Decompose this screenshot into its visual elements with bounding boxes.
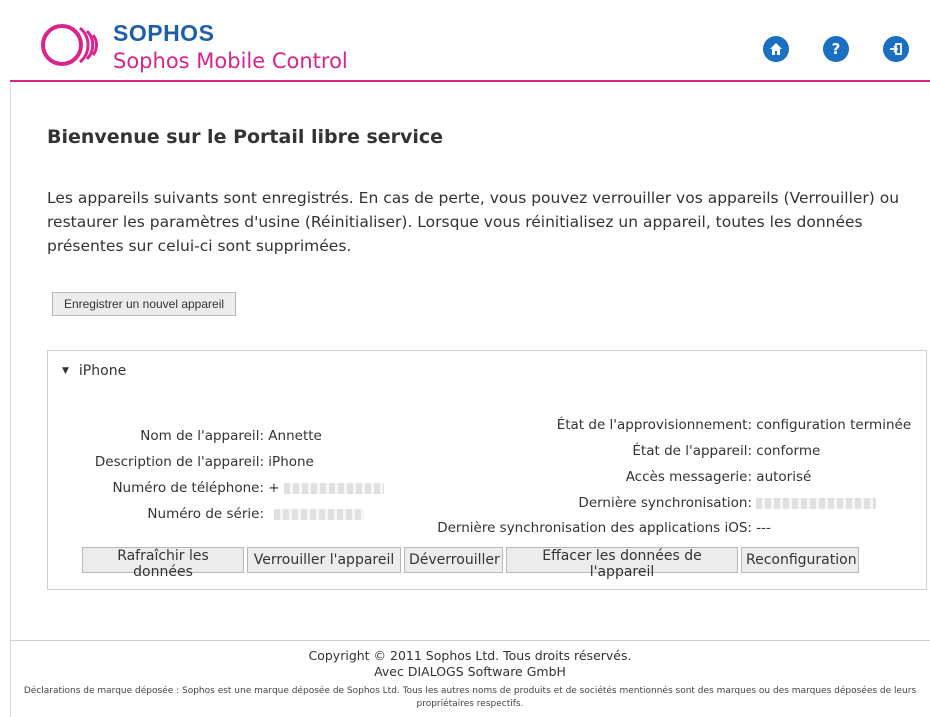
field-device-description: Description de l'appareil: iPhone [78, 454, 314, 470]
field-label: Dernière synchronisation des application… [437, 520, 752, 536]
field-provisioning-status: État de l'approvisionnement: configurati… [418, 417, 911, 433]
field-device-name: Nom de l'appareil: Annette [78, 428, 322, 444]
brand: SOPHOS Sophos Mobile Control [113, 20, 348, 74]
footer-divider [10, 640, 930, 641]
field-phone-number: Numéro de téléphone: + [78, 480, 384, 496]
collapse-triangle-icon: ▼ [62, 366, 69, 376]
field-last-ios-sync: Dernière synchronisation des application… [68, 520, 771, 536]
sophos-logo-icon [41, 24, 98, 66]
field-device-status: État de l'appareil: conforme [418, 443, 820, 459]
field-value: iPhone [268, 454, 314, 470]
field-label: Nom de l'appareil: [140, 428, 264, 444]
field-value: Annette [268, 428, 322, 444]
field-label: Numéro de téléphone: [112, 480, 264, 496]
redacted-phone [283, 482, 384, 494]
field-value: autorisé [756, 469, 812, 485]
brand-name: SOPHOS [113, 20, 215, 46]
intro-text: Les appareils suivants sont enregistrés.… [47, 189, 900, 255]
refresh-data-button[interactable]: Rafraîchir les données [82, 547, 244, 580]
help-icon[interactable]: ? [823, 36, 849, 62]
unlock-device-button[interactable]: Déverrouiller [404, 547, 503, 573]
home-icon[interactable] [763, 36, 789, 62]
trademark-text: Déclarations de marque déposée : Sophos … [23, 686, 917, 709]
field-label: Accès messagerie: [625, 469, 752, 485]
product-name: Sophos Mobile Control [113, 49, 348, 73]
field-label: Description de l'appareil: [94, 454, 264, 470]
field-value: configuration terminée [756, 417, 912, 433]
partner-text: Avec DIALOGS Software GmbH [374, 664, 566, 679]
wipe-device-button[interactable]: Effacer les données de l'appareil [506, 547, 738, 580]
field-value: + [268, 480, 280, 496]
register-device-button[interactable]: Enregistrer un nouvel appareil [52, 292, 236, 316]
copyright-text: Copyright © 2011 Sophos Ltd. Tous droits… [308, 648, 632, 663]
field-last-sync: Dernière synchronisation: [418, 495, 877, 511]
field-mail-access: Accès messagerie: autorisé [418, 469, 812, 485]
header: SOPHOS Sophos Mobile Control ? [10, 8, 930, 82]
reconfiguration-button[interactable]: Reconfiguration [741, 547, 859, 573]
redacted-last-sync [756, 497, 877, 509]
device-panel: ▼ iPhone Nom de l'appareil: Annette Descr… [47, 350, 927, 590]
logout-icon[interactable] [883, 36, 909, 62]
field-label: État de l'approvisionnement: [556, 417, 752, 433]
field-value: --- [756, 520, 771, 536]
field-label: État de l'appareil: [632, 443, 752, 459]
redacted-serial [274, 508, 365, 520]
field-label: Dernière synchronisation: [578, 495, 752, 511]
footer: Copyright © 2011 Sophos Ltd. Tous droits… [10, 648, 930, 711]
field-value: conforme [756, 443, 821, 459]
page-title: Bienvenue sur le Portail libre service [47, 126, 444, 148]
lock-device-button[interactable]: Verrouiller l'appareil [247, 547, 401, 573]
device-toggle[interactable]: ▼ iPhone [62, 363, 126, 379]
device-name: iPhone [78, 363, 127, 379]
